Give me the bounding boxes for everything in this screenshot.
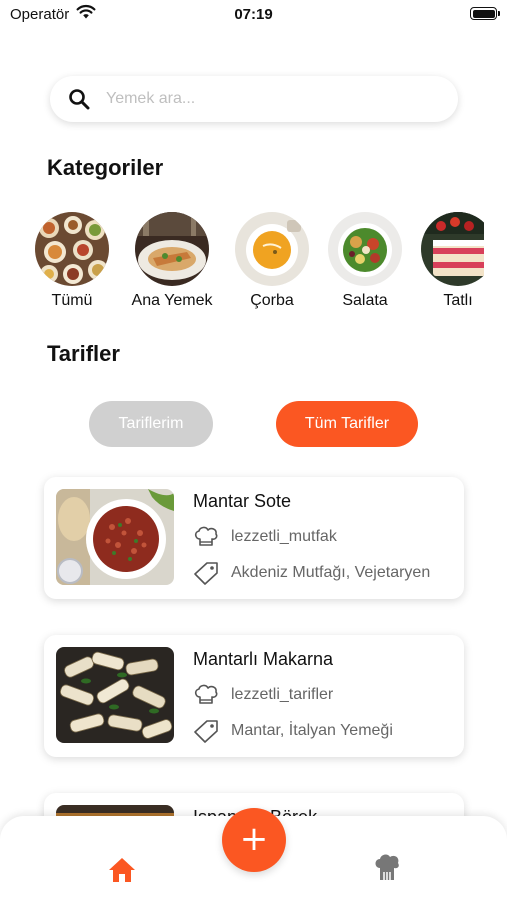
main-dish-photo [135, 212, 209, 286]
search-input[interactable] [106, 76, 436, 122]
category-salad[interactable]: Salata [315, 210, 415, 310]
mixed-dishes-photo [35, 212, 109, 286]
salad-photo [328, 212, 402, 286]
clock: 07:19 [234, 6, 273, 23]
add-recipe-button[interactable]: + [222, 808, 286, 872]
recipe-author-row: lezzetli_tarifler [193, 683, 333, 707]
recipes-heading: Tarifler [47, 341, 120, 366]
recipe-card-mantar-sote[interactable]: Mantar Sote lezzetli_mutfak Akdeniz Mutf… [44, 477, 464, 599]
category-label: Ana Yemek [131, 292, 213, 309]
category-dessert[interactable]: Tatlı [408, 210, 484, 310]
home-icon[interactable] [107, 856, 137, 889]
recipe-tags-row: Mantar, İtalyan Yemeği [193, 719, 393, 743]
chef-hat-icon[interactable] [373, 854, 401, 889]
all-recipes-toggle[interactable]: Tüm Tarifler [276, 401, 418, 447]
recipe-photo [56, 647, 174, 743]
category-label: Salata [342, 292, 388, 309]
plus-icon: + [239, 818, 269, 859]
category-label: Tatlı [443, 292, 473, 309]
search-icon [68, 88, 90, 115]
battery-icon [470, 7, 500, 20]
category-carousel[interactable]: Tümü Ana Yemek Çorba Salata Tatlı [0, 210, 484, 320]
category-label: Çorba [250, 292, 294, 309]
recipe-tags: Akdeniz Mutfağı, Vejetaryen [231, 564, 431, 581]
my-recipes-toggle[interactable]: Tariflerim [89, 401, 213, 447]
recipe-tags-row: Akdeniz Mutfağı, Vejetaryen [193, 561, 430, 585]
recipe-title: Mantarlı Makarna [193, 649, 334, 669]
category-label: Tümü [51, 292, 93, 309]
chef-hat-icon [194, 526, 218, 546]
status-bar: Operatör 07:19 [0, 0, 507, 30]
recipe-author: lezzetli_mutfak [231, 528, 337, 545]
categories-heading: Kategoriler [47, 155, 164, 180]
soup-photo [235, 212, 309, 286]
category-all[interactable]: Tümü [22, 210, 122, 310]
chef-hat-icon [194, 684, 218, 704]
tag-icon [194, 720, 218, 743]
recipe-tags: Mantar, İtalyan Yemeği [231, 722, 393, 739]
search-bar[interactable] [50, 76, 458, 122]
recipe-card-mantarli-makarna[interactable]: Mantarlı Makarna lezzetli_tarifler Manta… [44, 635, 464, 757]
recipe-title: Mantar Sote [193, 491, 292, 511]
cake-photo [421, 212, 484, 286]
category-soup[interactable]: Çorba [222, 210, 322, 310]
recipe-author: lezzetli_tarifler [231, 686, 334, 703]
recipe-author-row: lezzetli_mutfak [193, 525, 337, 549]
tag-icon [194, 562, 218, 585]
category-main-dish[interactable]: Ana Yemek [122, 210, 222, 310]
recipe-photo [56, 489, 174, 585]
